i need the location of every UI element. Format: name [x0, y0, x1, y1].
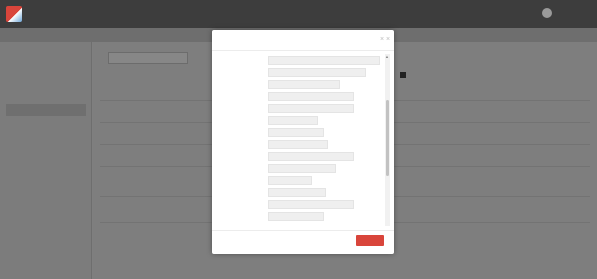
close-icon[interactable]: × ×	[380, 36, 390, 43]
list-item[interactable]	[268, 188, 326, 197]
app-logo[interactable]	[6, 6, 22, 22]
list-item[interactable]	[268, 140, 328, 149]
select-dialog: × × ▲	[212, 30, 394, 254]
list-item[interactable]	[268, 80, 340, 89]
scrollbar-thumb[interactable]	[386, 100, 389, 176]
list-item[interactable]	[268, 176, 312, 185]
list-scrollbar[interactable]: ▲	[385, 54, 390, 226]
confirm-button[interactable]	[356, 235, 384, 246]
list-item[interactable]	[268, 128, 324, 137]
list-item[interactable]	[268, 200, 354, 209]
dialog-header-divider	[212, 50, 394, 51]
list-item[interactable]	[268, 116, 318, 125]
avatar[interactable]	[542, 8, 552, 18]
sidebar-active-highlight	[6, 104, 86, 116]
dialog-footer-divider	[212, 230, 394, 231]
option-list	[264, 54, 388, 226]
list-item[interactable]	[268, 164, 336, 173]
filter-dropdown[interactable]	[108, 52, 188, 64]
grid-icon[interactable]	[400, 72, 406, 78]
scroll-up-icon[interactable]: ▲	[385, 54, 389, 59]
list-item[interactable]	[268, 56, 380, 65]
sidebar	[0, 42, 92, 279]
list-item[interactable]	[268, 212, 324, 221]
list-item[interactable]	[268, 92, 354, 101]
top-bar	[0, 0, 597, 28]
list-item[interactable]	[268, 68, 366, 77]
list-item[interactable]	[268, 104, 354, 113]
list-item[interactable]	[268, 152, 354, 161]
